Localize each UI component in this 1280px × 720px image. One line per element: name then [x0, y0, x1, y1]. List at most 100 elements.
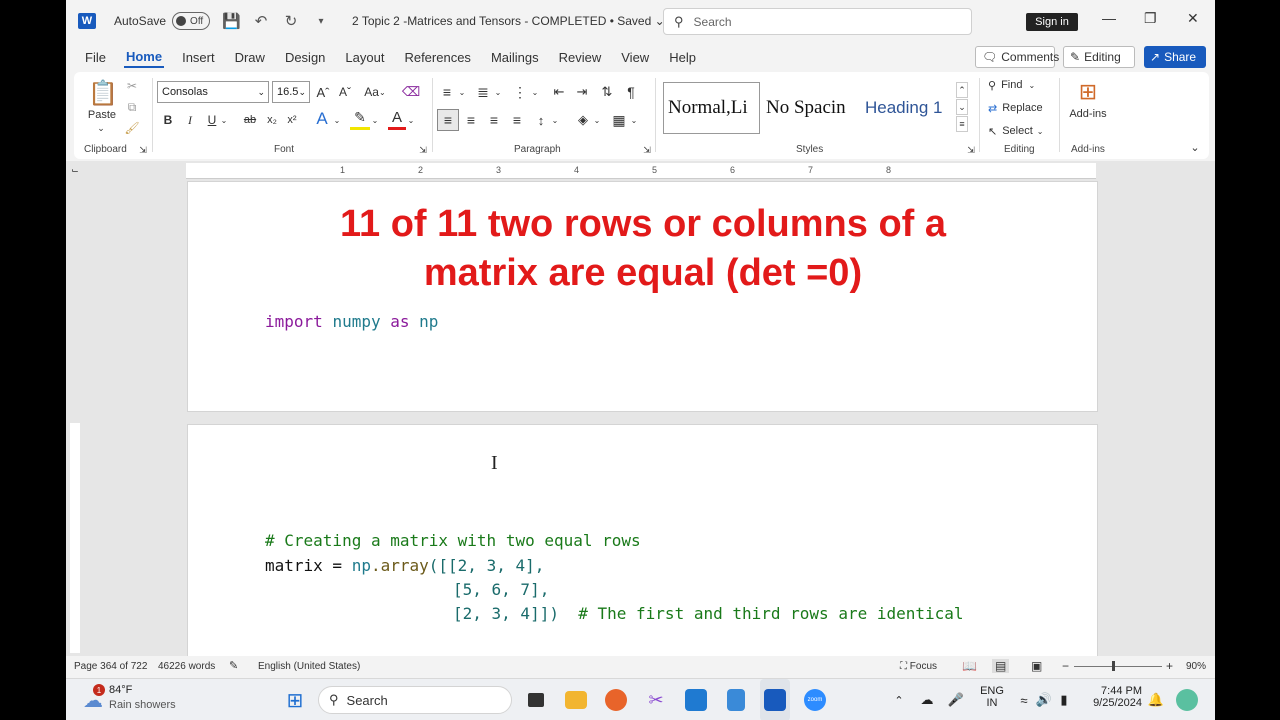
font-family-select[interactable]: Consolas ⌄ [157, 81, 269, 103]
addins-label[interactable]: Add-ins [1064, 106, 1112, 122]
notepad-icon[interactable] [723, 679, 749, 720]
clock[interactable]: 7:44 PM 9/25/2024 [1084, 685, 1142, 709]
bullets-icon[interactable]: ≡ [438, 82, 456, 102]
notifications-icon[interactable]: 🔔 [1148, 679, 1164, 720]
comments-button[interactable]: 🗨 Comments [975, 46, 1059, 68]
battery-icon[interactable]: ▮ [1056, 679, 1072, 720]
styles-scroll-down-icon[interactable]: ⌄ [956, 99, 968, 115]
vertical-ruler[interactable] [70, 423, 80, 653]
text-effects-icon[interactable]: A [312, 108, 332, 130]
increase-indent-icon[interactable]: ⇥ [573, 82, 591, 102]
file-explorer-icon[interactable] [563, 679, 589, 720]
paragraph-launcher-icon[interactable]: ⇲ [642, 144, 652, 156]
font-size-select[interactable]: 16.5 ⌄ [272, 81, 310, 103]
collapse-ribbon-icon[interactable]: ⌄ [1188, 140, 1202, 154]
page[interactable]: 11 of 11 two rows or columns of a matrix… [187, 181, 1098, 412]
paste-chevron-icon[interactable]: ⌄ [94, 122, 108, 134]
paste-icon[interactable]: 📋 [88, 78, 118, 108]
styles-more-icon[interactable]: ≡ [956, 116, 968, 132]
word-count[interactable]: 46226 words [158, 661, 215, 672]
search-input[interactable]: ⚲ Search [663, 8, 972, 35]
shrink-font-icon[interactable]: Aˇ [336, 82, 354, 102]
proofing-icon[interactable]: ✎ [229, 659, 238, 672]
styles-launcher-icon[interactable]: ⇲ [966, 144, 976, 156]
select-button[interactable]: ↖ Select ⌄ [988, 122, 1058, 140]
addins-icon[interactable]: ⊞ [1074, 78, 1102, 106]
minimize-icon[interactable]: — [1102, 10, 1116, 26]
language-indicator[interactable]: ENG IN [980, 685, 1004, 709]
autosave-toggle[interactable]: Off [172, 12, 211, 30]
numbering-chevron-icon[interactable]: ⌄ [493, 82, 503, 102]
align-center-icon[interactable]: ≡ [462, 110, 480, 130]
horizontal-ruler[interactable]: 1 2 3 4 5 6 7 8 [186, 163, 1096, 179]
snipping-tool-icon[interactable]: ✂ [643, 679, 669, 720]
superscript-icon[interactable]: x² [284, 110, 300, 130]
web-layout-icon[interactable]: ▣ [1031, 659, 1042, 673]
tab-references[interactable]: References [402, 48, 472, 67]
volume-icon[interactable]: 🔊 [1036, 679, 1052, 720]
copy-icon[interactable]: ⧉ [124, 99, 140, 115]
wifi-icon[interactable]: ≈ [1016, 679, 1032, 720]
tab-mailings[interactable]: Mailings [489, 48, 541, 67]
style-normal[interactable]: Normal,Li [663, 82, 760, 134]
line-spacing-chevron-icon[interactable]: ⌄ [550, 110, 560, 130]
underline-icon[interactable]: U [204, 110, 220, 130]
zoom-slider-thumb[interactable] [1112, 661, 1115, 671]
bullets-chevron-icon[interactable]: ⌄ [457, 82, 467, 102]
zoom-slider[interactable] [1074, 666, 1162, 667]
align-right-icon[interactable]: ≡ [485, 110, 503, 130]
format-painter-icon[interactable]: 🖌 [124, 120, 140, 136]
multilevel-chevron-icon[interactable]: ⌄ [530, 82, 540, 102]
microphone-icon[interactable]: 🎤 [948, 679, 964, 720]
line-spacing-icon[interactable]: ↕ [532, 110, 550, 130]
weather-desc[interactable]: Rain showers [109, 699, 176, 711]
style-no-spacing[interactable]: No Spacin [762, 82, 858, 134]
document-area[interactable]: ⌙ 1 2 3 4 5 6 7 8 11 of 11 two rows or c… [66, 161, 1215, 656]
subscript-icon[interactable]: x₂ [264, 110, 280, 130]
clear-formatting-icon[interactable]: ⌫ [402, 82, 420, 102]
borders-chevron-icon[interactable]: ⌄ [629, 110, 639, 130]
sort-icon[interactable]: ⇅ [598, 82, 616, 102]
text-effects-chevron-icon[interactable]: ⌄ [332, 110, 342, 130]
show-hidden-icons-icon[interactable]: ⌃ [892, 679, 906, 720]
undo-icon[interactable]: ↶ [252, 12, 270, 30]
tab-file[interactable]: File [83, 48, 108, 67]
editing-mode-button[interactable]: ✎ Editing [1063, 46, 1135, 68]
onedrive-icon[interactable]: ☁ [918, 679, 936, 720]
weather-temp[interactable]: 84°F [109, 684, 132, 696]
font-color-chevron-icon[interactable]: ⌄ [406, 110, 416, 130]
tab-insert[interactable]: Insert [180, 48, 217, 67]
read-mode-icon[interactable]: 📖 [962, 659, 977, 673]
grow-font-icon[interactable]: Aˆ [314, 82, 332, 102]
change-case-button[interactable]: Aa ⌄ [361, 82, 389, 102]
task-view-icon[interactable] [523, 679, 549, 720]
taskbar-search[interactable]: ⚲ Search [318, 686, 512, 714]
italic-icon[interactable]: I [182, 110, 198, 130]
vscode-icon[interactable] [683, 679, 709, 720]
print-layout-icon[interactable]: ▤ [992, 659, 1010, 673]
numbering-icon[interactable]: ≣ [474, 82, 492, 102]
shading-icon[interactable]: ◈ [574, 110, 592, 130]
firefox-icon[interactable] [603, 679, 629, 720]
multilevel-list-icon[interactable]: ⋮ [511, 82, 529, 102]
tab-help[interactable]: Help [667, 48, 698, 67]
clipboard-launcher-icon[interactable]: ⇲ [138, 144, 148, 156]
zoom-level[interactable]: 90% [1186, 661, 1206, 672]
tab-design[interactable]: Design [283, 48, 327, 67]
strikethrough-icon[interactable]: ab [241, 110, 259, 130]
tab-home[interactable]: Home [123, 47, 165, 68]
style-heading-1[interactable]: Heading 1 [861, 82, 956, 134]
share-button[interactable]: ↗ Share [1144, 46, 1206, 68]
highlight-chevron-icon[interactable]: ⌄ [370, 110, 380, 130]
font-color-icon[interactable]: A [388, 108, 406, 130]
cut-icon[interactable]: ✂ [124, 78, 140, 94]
copilot-icon[interactable] [1174, 679, 1200, 720]
tab-draw[interactable]: Draw [233, 48, 267, 67]
redo-icon[interactable]: ↻ [282, 12, 300, 30]
pilcrow-icon[interactable]: ¶ [622, 82, 640, 102]
zoom-app-icon[interactable]: zoom [802, 679, 828, 720]
tab-review[interactable]: Review [557, 48, 604, 67]
customize-qat-icon[interactable]: ▾ [312, 16, 330, 27]
language-status[interactable]: English (United States) [258, 661, 360, 672]
underline-chevron-icon[interactable]: ⌄ [219, 110, 229, 130]
